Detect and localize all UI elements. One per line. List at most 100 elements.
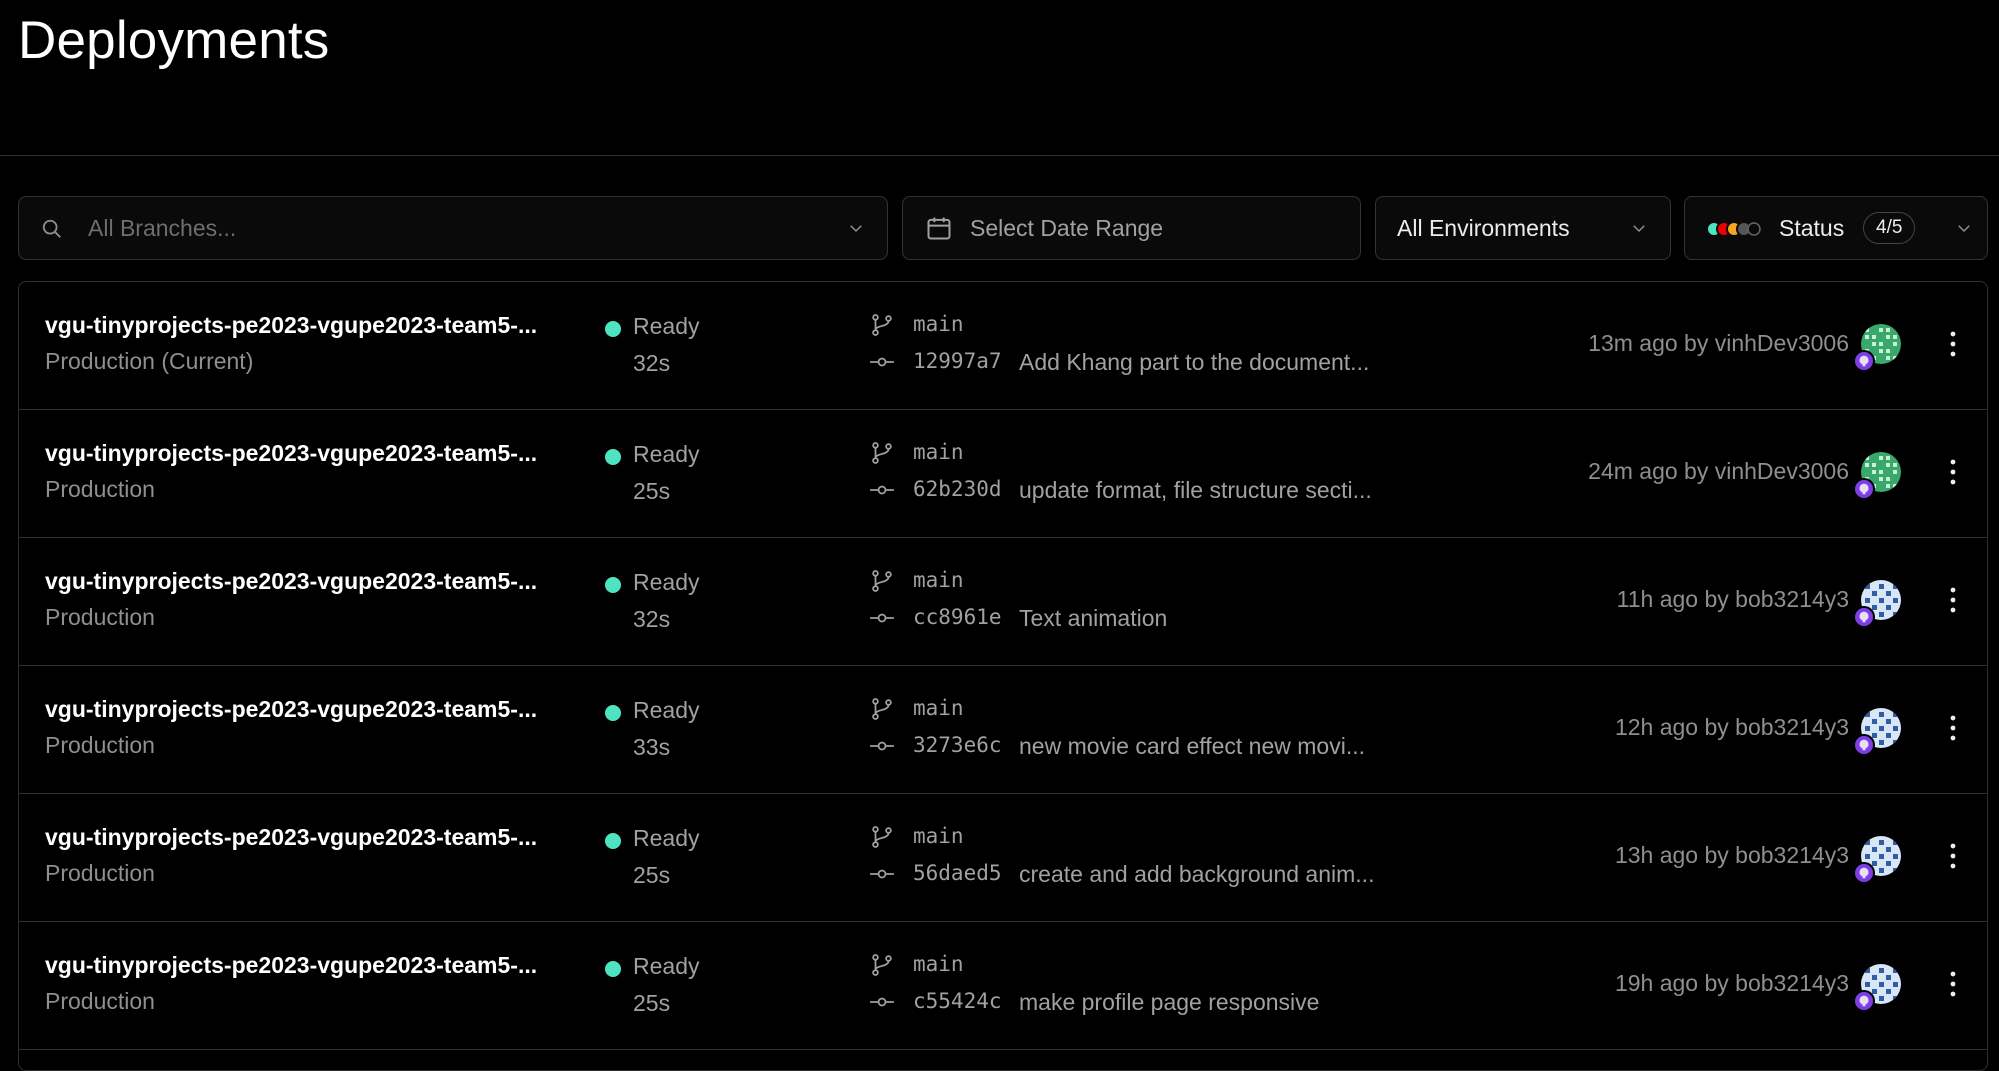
more-options-icon[interactable]	[1943, 582, 1963, 618]
header-divider	[0, 155, 1999, 156]
commit-sha[interactable]: 56daed5	[913, 861, 1002, 885]
deployment-row[interactable]: vgu-tinyprojects-pe2023-vgupe2023-team5-…	[19, 282, 1987, 410]
deployment-row[interactable]: vgu-tinyprojects-pe2023-vgupe2023-team5-…	[19, 922, 1987, 1050]
git-commit-icon	[869, 861, 895, 887]
chevron-down-icon	[1955, 219, 1973, 237]
git-branch-icon	[869, 440, 895, 466]
github-badge-icon	[1853, 350, 1875, 372]
page-title: Deployments	[18, 11, 330, 70]
deployment-meta: 13m ago by vinhDev3006	[1588, 330, 1849, 356]
environment-label: Production	[45, 732, 155, 758]
git-branch-icon	[869, 568, 895, 594]
commit-message[interactable]: create and add background anim...	[1019, 861, 1419, 888]
more-options-icon[interactable]	[1943, 966, 1963, 1002]
git-commit-icon	[869, 605, 895, 631]
status-filter-label: Status	[1779, 215, 1845, 241]
deployment-meta: 24m ago by vinhDev3006	[1588, 458, 1849, 484]
status-dot	[605, 705, 621, 721]
branch-name[interactable]: main	[913, 952, 964, 976]
git-commit-icon	[869, 477, 895, 503]
build-duration: 25s	[633, 862, 671, 888]
git-commit-icon	[869, 349, 895, 375]
branch-filter-placeholder: All Branches...	[88, 215, 237, 241]
github-badge-icon	[1853, 478, 1875, 500]
status-text: Ready	[633, 697, 700, 723]
status-dot	[605, 321, 621, 337]
chevron-down-icon	[847, 219, 865, 237]
project-name[interactable]: vgu-tinyprojects-pe2023-vgupe2023-team5-…	[45, 696, 605, 723]
deployment-row[interactable]: vgu-tinyprojects-pe2023-vgupe2023-team5-…	[19, 410, 1987, 538]
branch-name[interactable]: main	[913, 696, 964, 720]
branch-filter[interactable]: All Branches...	[18, 196, 888, 260]
environment-filter-label: All Environments	[1397, 215, 1570, 241]
status-dots-icon	[1705, 220, 1761, 238]
build-duration: 25s	[633, 478, 671, 504]
branch-name[interactable]: main	[913, 312, 964, 336]
calendar-icon	[925, 214, 953, 242]
status-dot	[605, 961, 621, 977]
github-badge-icon	[1853, 862, 1875, 884]
git-branch-icon	[869, 696, 895, 722]
commit-message[interactable]: new movie card effect new movi...	[1019, 733, 1419, 760]
deployment-meta: 12h ago by bob3214y3	[1614, 714, 1849, 740]
commit-sha[interactable]: 62b230d	[913, 477, 1002, 501]
status-dot	[605, 833, 621, 849]
build-duration: 32s	[633, 606, 671, 632]
deployment-list: vgu-tinyprojects-pe2023-vgupe2023-team5-…	[18, 281, 1988, 1071]
environment-label: Production	[45, 988, 155, 1014]
more-options-icon[interactable]	[1943, 838, 1963, 874]
github-badge-icon	[1853, 734, 1875, 756]
more-options-icon[interactable]	[1943, 454, 1963, 490]
deployment-row[interactable]: vgu-tinyprojects-pe2023-vgupe2023-team5-…	[19, 794, 1987, 922]
build-duration: 25s	[633, 990, 671, 1016]
commit-message[interactable]: make profile page responsive	[1019, 989, 1419, 1016]
project-name[interactable]: vgu-tinyprojects-pe2023-vgupe2023-team5-…	[45, 312, 605, 339]
status-dot	[605, 577, 621, 593]
date-range-label: Select Date Range	[970, 215, 1164, 241]
project-name[interactable]: vgu-tinyprojects-pe2023-vgupe2023-team5-…	[45, 568, 605, 595]
status-filter[interactable]: Status 4/5	[1684, 196, 1988, 260]
github-badge-icon	[1853, 606, 1875, 628]
project-name[interactable]: vgu-tinyprojects-pe2023-vgupe2023-team5-…	[45, 824, 605, 851]
commit-sha[interactable]: c55424c	[913, 989, 1002, 1013]
commit-message[interactable]: Text animation	[1019, 605, 1419, 632]
search-icon	[41, 218, 63, 240]
deployment-meta: 19h ago by bob3214y3	[1614, 970, 1849, 996]
status-text: Ready	[633, 441, 700, 467]
status-text: Ready	[633, 569, 700, 595]
git-commit-icon	[869, 733, 895, 759]
more-options-icon[interactable]	[1943, 326, 1963, 362]
commit-sha[interactable]: 12997a7	[913, 349, 1002, 373]
github-badge-icon	[1853, 990, 1875, 1012]
status-text: Ready	[633, 825, 700, 851]
commit-sha[interactable]: 3273e6c	[913, 733, 1002, 757]
status-count-badge: 4/5	[1863, 212, 1916, 244]
branch-name[interactable]: main	[913, 440, 964, 464]
project-name[interactable]: vgu-tinyprojects-pe2023-vgupe2023-team5-…	[45, 440, 605, 467]
deployment-row[interactable]: vgu-tinyprojects-pe2023-vgupe2023-team5-…	[19, 538, 1987, 666]
branch-name[interactable]: main	[913, 824, 964, 848]
git-branch-icon	[869, 824, 895, 850]
project-name[interactable]: vgu-tinyprojects-pe2023-vgupe2023-team5-…	[45, 952, 605, 979]
environment-label: Production	[45, 476, 155, 502]
more-options-icon[interactable]	[1943, 710, 1963, 746]
branch-name[interactable]: main	[913, 568, 964, 592]
git-commit-icon	[869, 989, 895, 1015]
environment-label: Production (Current)	[45, 348, 254, 374]
date-range-filter[interactable]: Select Date Range	[902, 196, 1361, 260]
status-text: Ready	[633, 953, 700, 979]
status-dot	[605, 449, 621, 465]
build-duration: 33s	[633, 734, 671, 760]
environment-label: Production	[45, 604, 155, 630]
status-text: Ready	[633, 313, 700, 339]
environment-filter[interactable]: All Environments	[1375, 196, 1671, 260]
deployment-meta: 13h ago by bob3214y3	[1614, 842, 1849, 868]
build-duration: 32s	[633, 350, 671, 376]
deployment-meta: 11h ago by bob3214y3	[1616, 586, 1849, 612]
commit-message[interactable]: Add Khang part to the document...	[1019, 349, 1419, 376]
git-branch-icon	[869, 312, 895, 338]
commit-message[interactable]: update format, file structure secti...	[1019, 477, 1419, 504]
chevron-down-icon	[1630, 219, 1648, 237]
commit-sha[interactable]: cc8961e	[913, 605, 1002, 629]
deployment-row[interactable]: vgu-tinyprojects-pe2023-vgupe2023-team5-…	[19, 666, 1987, 794]
